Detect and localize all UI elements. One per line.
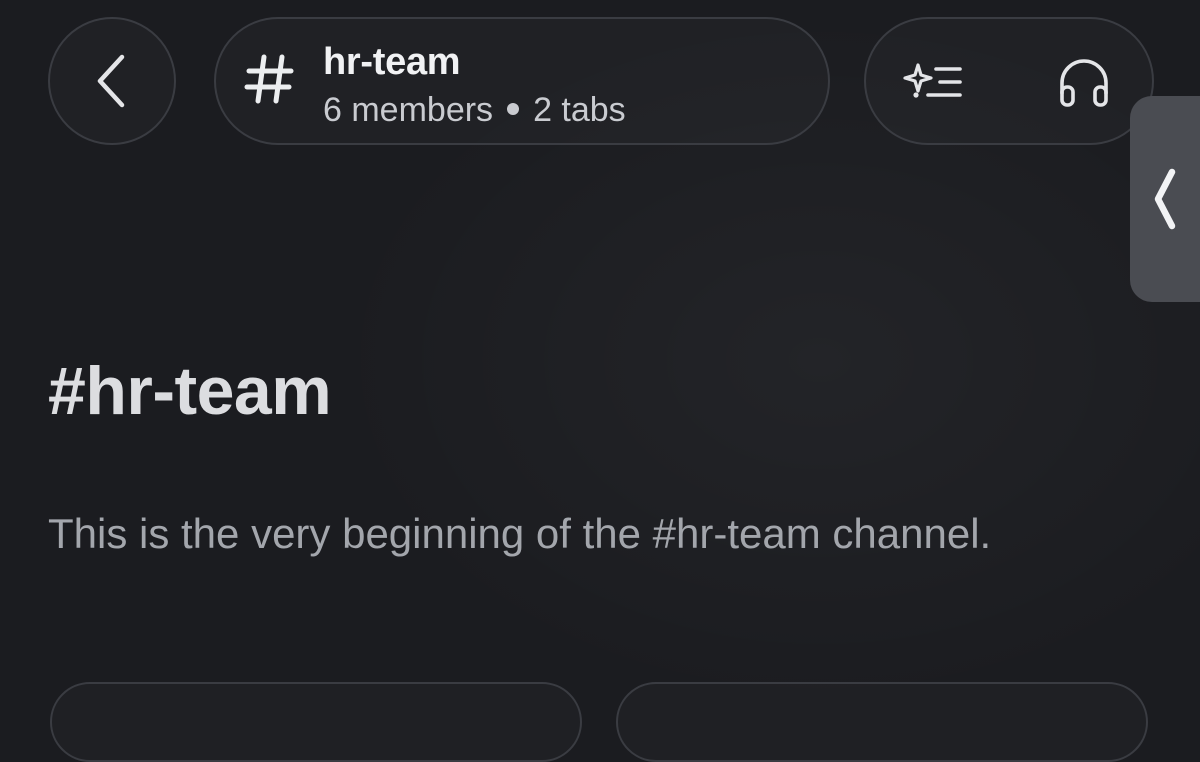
back-button[interactable] (48, 17, 176, 145)
tab-count: 2 tabs (533, 91, 626, 129)
hash-icon (244, 54, 294, 104)
action-card[interactable] (616, 682, 1148, 762)
channel-header[interactable]: hr-team 6 members 2 tabs (214, 17, 830, 145)
chevron-left-icon (1154, 168, 1176, 230)
separator-dot (507, 103, 520, 116)
channel-intro-text: This is the very beginning of the #hr-te… (48, 510, 992, 557)
member-count: 6 members (323, 91, 494, 129)
channel-title: #hr-team (48, 353, 332, 429)
action-card[interactable] (50, 682, 582, 762)
channel-name: hr-team (323, 41, 461, 83)
channel-actions (864, 17, 1154, 145)
chevron-left-icon (97, 54, 125, 108)
headphones-icon[interactable] (1054, 53, 1114, 113)
channel-meta: 6 members 2 tabs (323, 91, 626, 130)
sparkle-list-icon[interactable] (900, 53, 964, 113)
side-drawer-handle[interactable] (1130, 96, 1200, 302)
